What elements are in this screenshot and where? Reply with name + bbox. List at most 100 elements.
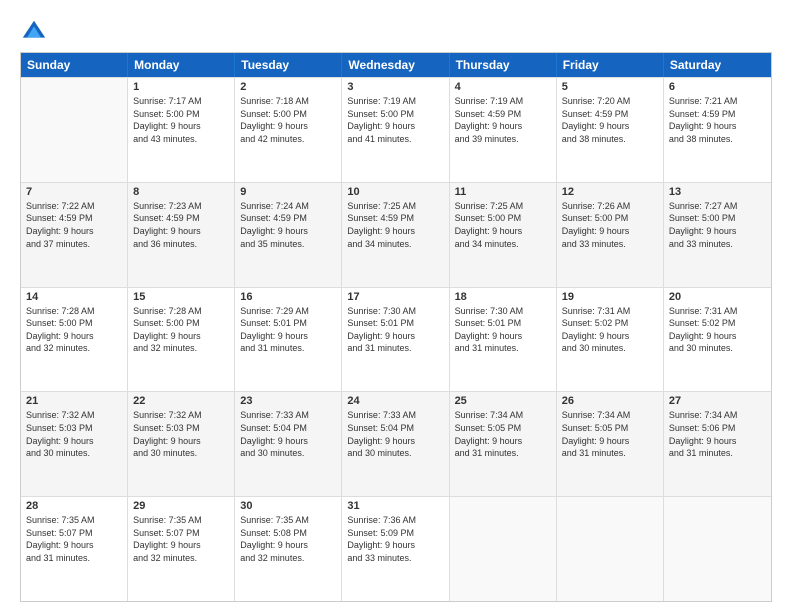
- day-cell-18: 18Sunrise: 7:30 AM Sunset: 5:01 PM Dayli…: [450, 288, 557, 392]
- day-number: 8: [133, 186, 229, 198]
- day-cell-24: 24Sunrise: 7:33 AM Sunset: 5:04 PM Dayli…: [342, 392, 449, 496]
- empty-cell: [664, 497, 771, 601]
- day-info: Sunrise: 7:25 AM Sunset: 5:00 PM Dayligh…: [455, 200, 551, 250]
- day-number: 4: [455, 81, 551, 93]
- day-number: 27: [669, 395, 766, 407]
- day-number: 2: [240, 81, 336, 93]
- day-number: 19: [562, 291, 658, 303]
- day-number: 31: [347, 500, 443, 512]
- day-number: 23: [240, 395, 336, 407]
- header-day-friday: Friday: [557, 53, 664, 77]
- header-day-monday: Monday: [128, 53, 235, 77]
- day-info: Sunrise: 7:19 AM Sunset: 4:59 PM Dayligh…: [455, 95, 551, 145]
- day-cell-10: 10 Sunrise: 7:25 AM Sunset: 4:59 PM Dayli…: [342, 183, 449, 287]
- day-info: Sunrise: 7:31 AM Sunset: 5:02 PM Dayligh…: [669, 305, 766, 355]
- day-info: Sunrise: 7:21 AM Sunset: 4:59 PM Dayligh…: [669, 95, 766, 145]
- day-info: Sunrise: 7:36 AM Sunset: 5:09 PM Dayligh…: [347, 514, 443, 564]
- empty-cell: [21, 78, 128, 182]
- calendar: SundayMondayTuesdayWednesdayThursdayFrid…: [20, 52, 772, 602]
- day-info: Sunrise: 7:19 AM Sunset: 5:00 PM Dayligh…: [347, 95, 443, 145]
- day-number: 6: [669, 81, 766, 93]
- day-number: 24: [347, 395, 443, 407]
- week-row-3: 21 Sunrise: 7:32 AM Sunset: 5:03 PM Dayli…: [21, 391, 771, 496]
- day-info: Sunrise: 7:35 AM Sunset: 5:07 PM Dayligh…: [133, 514, 229, 564]
- day-number: 28: [26, 500, 122, 512]
- day-number: 14: [26, 291, 122, 303]
- day-cell-13: 13 Sunrise: 7:27 AM Sunset: 5:00 PM Dayli…: [664, 183, 771, 287]
- day-number: 21: [26, 395, 122, 407]
- day-cell-5: 5 Sunrise: 7:20 AM Sunset: 4:59 PM Daylig…: [557, 78, 664, 182]
- day-info: Sunrise: 7:26 AM Sunset: 5:00 PM Dayligh…: [562, 200, 658, 250]
- header-day-wednesday: Wednesday: [342, 53, 449, 77]
- day-info: Sunrise: 7:18 AM Sunset: 5:00 PM Dayligh…: [240, 95, 336, 145]
- day-number: 16: [240, 291, 336, 303]
- day-number: 15: [133, 291, 229, 303]
- day-info: Sunrise: 7:32 AM Sunset: 5:03 PM Dayligh…: [133, 409, 229, 459]
- day-cell-6: 6 Sunrise: 7:21 AM Sunset: 4:59 PM Daylig…: [664, 78, 771, 182]
- logo-icon: [20, 18, 48, 46]
- day-cell-29: 29 Sunrise: 7:35 AM Sunset: 5:07 PM Dayli…: [128, 497, 235, 601]
- day-cell-28: 28Sunrise: 7:35 AM Sunset: 5:07 PM Dayli…: [21, 497, 128, 601]
- day-info: Sunrise: 7:32 AM Sunset: 5:03 PM Dayligh…: [26, 409, 122, 459]
- day-cell-31: 31 Sunrise: 7:36 AM Sunset: 5:09 PM Dayli…: [342, 497, 449, 601]
- day-number: 17: [347, 291, 443, 303]
- day-number: 30: [240, 500, 336, 512]
- day-cell-12: 12 Sunrise: 7:26 AM Sunset: 5:00 PM Dayli…: [557, 183, 664, 287]
- header-day-sunday: Sunday: [21, 53, 128, 77]
- day-cell-11: 11 Sunrise: 7:25 AM Sunset: 5:00 PM Dayli…: [450, 183, 557, 287]
- day-info: Sunrise: 7:31 AM Sunset: 5:02 PM Dayligh…: [562, 305, 658, 355]
- day-number: 3: [347, 81, 443, 93]
- day-info: Sunrise: 7:23 AM Sunset: 4:59 PM Dayligh…: [133, 200, 229, 250]
- header: [20, 18, 772, 46]
- day-number: 20: [669, 291, 766, 303]
- day-cell-23: 23 Sunrise: 7:33 AM Sunset: 5:04 PM Dayli…: [235, 392, 342, 496]
- day-cell-1: 1 Sunrise: 7:17 AM Sunset: 5:00 PM Daylig…: [128, 78, 235, 182]
- day-number: 26: [562, 395, 658, 407]
- day-number: 9: [240, 186, 336, 198]
- day-info: Sunrise: 7:35 AM Sunset: 5:08 PM Dayligh…: [240, 514, 336, 564]
- logo: [20, 18, 52, 46]
- day-number: 12: [562, 186, 658, 198]
- day-cell-26: 26 Sunrise: 7:34 AM Sunset: 5:05 PM Dayli…: [557, 392, 664, 496]
- header-day-saturday: Saturday: [664, 53, 771, 77]
- day-cell-25: 25Sunrise: 7:34 AM Sunset: 5:05 PM Dayli…: [450, 392, 557, 496]
- day-cell-21: 21 Sunrise: 7:32 AM Sunset: 5:03 PM Dayli…: [21, 392, 128, 496]
- week-row-2: 14Sunrise: 7:28 AM Sunset: 5:00 PM Dayli…: [21, 287, 771, 392]
- day-info: Sunrise: 7:34 AM Sunset: 5:06 PM Dayligh…: [669, 409, 766, 459]
- day-info: Sunrise: 7:17 AM Sunset: 5:00 PM Dayligh…: [133, 95, 229, 145]
- day-cell-19: 19 Sunrise: 7:31 AM Sunset: 5:02 PM Dayli…: [557, 288, 664, 392]
- calendar-header: SundayMondayTuesdayWednesdayThursdayFrid…: [21, 53, 771, 77]
- day-cell-8: 8 Sunrise: 7:23 AM Sunset: 4:59 PM Daylig…: [128, 183, 235, 287]
- day-info: Sunrise: 7:27 AM Sunset: 5:00 PM Dayligh…: [669, 200, 766, 250]
- day-number: 13: [669, 186, 766, 198]
- day-number: 25: [455, 395, 551, 407]
- empty-cell: [450, 497, 557, 601]
- day-number: 29: [133, 500, 229, 512]
- day-cell-14: 14Sunrise: 7:28 AM Sunset: 5:00 PM Dayli…: [21, 288, 128, 392]
- day-cell-15: 15Sunrise: 7:28 AM Sunset: 5:00 PM Dayli…: [128, 288, 235, 392]
- header-day-tuesday: Tuesday: [235, 53, 342, 77]
- calendar-body: 1 Sunrise: 7:17 AM Sunset: 5:00 PM Daylig…: [21, 77, 771, 601]
- day-number: 5: [562, 81, 658, 93]
- week-row-4: 28 Sunrise: 7:35 AM Sunset: 5:07 PM Dayli…: [21, 496, 771, 601]
- day-info: Sunrise: 7:30 AM Sunset: 5:01 PM Dayligh…: [455, 305, 551, 355]
- day-number: 7: [26, 186, 122, 198]
- day-cell-30: 30 Sunrise: 7:35 AM Sunset: 5:08 PM Dayli…: [235, 497, 342, 601]
- week-row-1: 7Sunrise: 7:22 AM Sunset: 4:59 PM Daylig…: [21, 182, 771, 287]
- day-number: 10: [347, 186, 443, 198]
- week-row-0: 1 Sunrise: 7:17 AM Sunset: 5:00 PM Daylig…: [21, 77, 771, 182]
- page: SundayMondayTuesdayWednesdayThursdayFrid…: [0, 0, 792, 612]
- day-info: Sunrise: 7:33 AM Sunset: 5:04 PM Dayligh…: [240, 409, 336, 459]
- day-number: 22: [133, 395, 229, 407]
- day-cell-17: 17Sunrise: 7:30 AM Sunset: 5:01 PM Dayli…: [342, 288, 449, 392]
- day-cell-2: 2 Sunrise: 7:18 AM Sunset: 5:00 PM Daylig…: [235, 78, 342, 182]
- day-info: Sunrise: 7:20 AM Sunset: 4:59 PM Dayligh…: [562, 95, 658, 145]
- day-info: Sunrise: 7:34 AM Sunset: 5:05 PM Dayligh…: [562, 409, 658, 459]
- empty-cell: [557, 497, 664, 601]
- day-info: Sunrise: 7:29 AM Sunset: 5:01 PM Dayligh…: [240, 305, 336, 355]
- day-cell-9: 9Sunrise: 7:24 AM Sunset: 4:59 PM Daylig…: [235, 183, 342, 287]
- day-cell-16: 16 Sunrise: 7:29 AM Sunset: 5:01 PM Dayli…: [235, 288, 342, 392]
- day-number: 1: [133, 81, 229, 93]
- day-number: 11: [455, 186, 551, 198]
- day-info: Sunrise: 7:25 AM Sunset: 4:59 PM Dayligh…: [347, 200, 443, 250]
